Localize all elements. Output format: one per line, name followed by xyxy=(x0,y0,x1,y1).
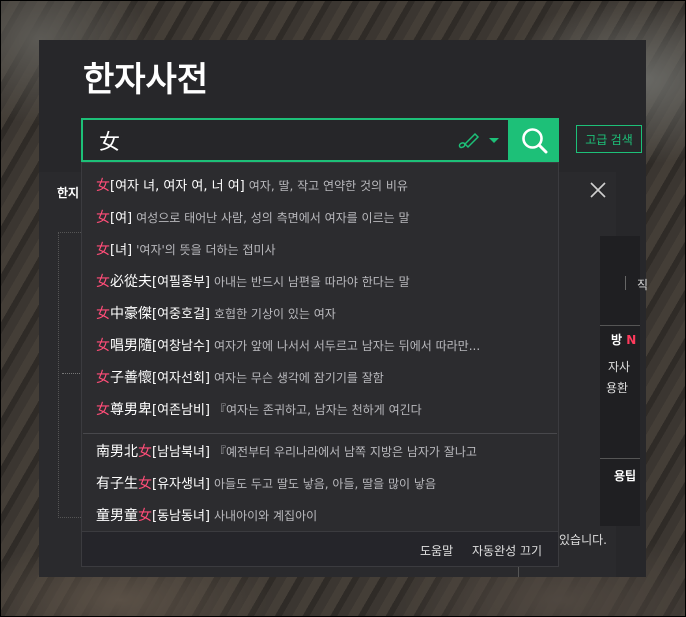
suggestion-item[interactable]: 女唱男隨[여창남수] 여자가 앞에 나서서 서두르고 남자는 뒤에서 따라만... xyxy=(96,335,546,355)
suggestion-reading: [여필종부] xyxy=(152,275,210,290)
hanja-highlight: 女 xyxy=(138,508,152,524)
hanja-prefix: 南男北 xyxy=(96,444,138,460)
suggestion-reading: [여창남수] xyxy=(152,339,210,354)
suggestion-reading: [유자생녀] xyxy=(152,477,210,492)
suggestion-meaning: 여성으로 태어난 사람, 성의 측면에서 여자를 이르는 말 xyxy=(136,211,410,225)
suggestion-meaning: 여자가 앞에 나서서 서두르고 남자는 뒤에서 따라만... xyxy=(213,339,481,353)
suggestion-item[interactable]: 女[녀] '여자'의 뜻을 더하는 접미사 xyxy=(96,239,546,259)
suggestion-hanja: 女子善懷 xyxy=(96,370,152,386)
background-tab[interactable]: 한지 xyxy=(57,184,79,201)
suggestion-reading: [녀] xyxy=(110,243,133,258)
suggestion-hanja: 女中豪傑 xyxy=(96,306,152,322)
help-link[interactable]: 도움말 xyxy=(420,542,453,559)
suggestion-item[interactable]: 女必從夫[여필종부] 아내는 반드시 남편을 따라야 한다는 말 xyxy=(96,271,546,291)
suggestion-reading: [여중호걸] xyxy=(152,307,210,322)
hanja-highlight: 女 xyxy=(96,274,110,290)
suggestion-item[interactable]: 有子生女[유자생녀] 아들도 두고 딸도 낳음, 아들, 딸을 많이 낳음 xyxy=(96,473,546,493)
suggestion-meaning: 사내아이와 계집아이 xyxy=(213,509,318,523)
suggestion-item[interactable]: 女[여자 녀, 여자 여, 너 여] 여자, 딸, 작고 연약한 것의 비유 xyxy=(96,175,546,195)
hanja-prefix: 童男童 xyxy=(96,508,138,524)
suggestion-meaning: 여자, 딸, 작고 연약한 것의 비유 xyxy=(248,179,408,193)
hanja-highlight: 女 xyxy=(138,444,152,460)
autocomplete-dropdown: 女[여자 녀, 여자 여, 너 여] 여자, 딸, 작고 연약한 것의 비유 女[여… xyxy=(81,162,559,567)
suggestion-reading: [남남북녀] xyxy=(152,445,210,460)
hanja-highlight: 女 xyxy=(96,306,110,322)
right-tab-label[interactable]: 직 xyxy=(637,276,648,293)
suggestion-item[interactable]: 南男北女[남남북녀] 『예전부터 우리나라에서 남쪽 지방은 남자가 잘나고 xyxy=(96,441,546,461)
hanja-highlight: 女 xyxy=(96,178,110,194)
suggestion-reading: [여자 녀, 여자 여, 너 여] xyxy=(110,179,245,194)
suggestion-reading: [여자선회] xyxy=(152,371,210,386)
hanja-highlight: 女 xyxy=(96,242,110,258)
hanja-suffix: 尊男卑 xyxy=(110,402,152,418)
right-heading: 방 N xyxy=(611,333,637,347)
background-dots xyxy=(62,373,82,374)
handwriting-pen-icon[interactable] xyxy=(457,131,481,151)
suggestion-reading: [여] xyxy=(110,211,133,226)
hanja-highlight: 女 xyxy=(138,476,152,492)
suggestion-meaning: 여자는 무슨 생각에 잠기기를 잘함 xyxy=(213,371,384,385)
suggestion-item[interactable]: 女尊男卑[여존남비] 『여자는 존귀하고, 남자는 천하게 여긴다 xyxy=(96,399,546,419)
hanja-highlight: 女 xyxy=(96,370,110,386)
suggestion-meaning: '여자'의 뜻을 더하는 접미사 xyxy=(136,243,276,257)
suggestion-separator xyxy=(83,433,557,434)
autocomplete-off-link[interactable]: 자동완성 끄기 xyxy=(472,542,542,559)
suggestion-hanja: 女唱男隨 xyxy=(96,338,152,354)
close-icon[interactable] xyxy=(588,180,608,200)
suggestion-hanja: 南男北女 xyxy=(96,444,152,460)
tab-divider xyxy=(625,276,626,290)
suggestion-meaning: 호협한 기상이 있는 여자 xyxy=(213,307,336,321)
search-icon xyxy=(522,128,548,154)
suggestion-item[interactable]: 女[여] 여성으로 태어난 사람, 성의 측면에서 여자를 이르는 말 xyxy=(96,207,546,227)
background-notice: 있습니다. xyxy=(559,533,607,547)
search-box xyxy=(81,118,510,162)
suggestion-hanja: 女 xyxy=(96,242,110,258)
suggestion-item[interactable]: 童男童女[동남동녀] 사내아이와 계집아이 xyxy=(96,505,546,525)
hanja-suffix: 子善懷 xyxy=(110,370,152,386)
background-box xyxy=(58,232,83,518)
hanja-prefix: 有子生 xyxy=(96,476,138,492)
suggestion-hanja: 童男童女 xyxy=(96,508,152,524)
right-divider xyxy=(600,325,640,326)
autocomplete-footer: 도움말 자동완성 끄기 xyxy=(82,531,558,566)
chevron-down-icon[interactable] xyxy=(489,138,499,143)
right-text-2: 용환 xyxy=(606,381,629,395)
suggestion-item[interactable]: 女中豪傑[여중호걸] 호협한 기상이 있는 여자 xyxy=(96,303,546,323)
hanja-highlight: 女 xyxy=(96,402,110,418)
suggestion-hanja: 女必從夫 xyxy=(96,274,152,290)
suggestion-meaning: 『예전부터 우리나라에서 남쪽 지방은 남자가 잘나고 xyxy=(213,445,477,459)
right-text-1: 자사 xyxy=(608,360,631,374)
suggestion-meaning: 『여자는 존귀하고, 남자는 천하게 여긴다 xyxy=(213,403,422,417)
hanja-suffix: 唱男隨 xyxy=(110,338,152,354)
suggestion-hanja: 女 xyxy=(96,178,110,194)
hanja-highlight: 女 xyxy=(96,338,110,354)
hanja-suffix: 中豪傑 xyxy=(110,306,152,322)
suggestion-hanja: 女 xyxy=(96,210,110,226)
search-input[interactable] xyxy=(97,126,441,156)
suggestion-reading: [동남동녀] xyxy=(152,509,210,524)
hanja-highlight: 女 xyxy=(96,210,110,226)
suggestion-hanja: 女尊男卑 xyxy=(96,402,152,418)
suggestion-meaning: 아들도 두고 딸도 낳음, 아들, 딸을 많이 낳음 xyxy=(213,477,436,491)
search-button[interactable] xyxy=(510,118,559,162)
new-badge: N xyxy=(626,333,637,347)
suggestion-meaning: 아내는 반드시 남편을 따라야 한다는 말 xyxy=(213,275,410,289)
suggestion-reading: [여존남비] xyxy=(152,403,210,418)
right-divider-2 xyxy=(600,458,640,459)
right-heading-2: 용팁 xyxy=(614,469,637,483)
page-title: 한자사전 xyxy=(83,60,209,100)
advanced-search-button[interactable]: 고급 검색 xyxy=(576,125,642,153)
suggestion-hanja: 有子生女 xyxy=(96,476,152,492)
suggestion-item[interactable]: 女子善懷[여자선회] 여자는 무슨 생각에 잠기기를 잘함 xyxy=(96,367,546,387)
hanja-suffix: 必從夫 xyxy=(110,274,152,290)
